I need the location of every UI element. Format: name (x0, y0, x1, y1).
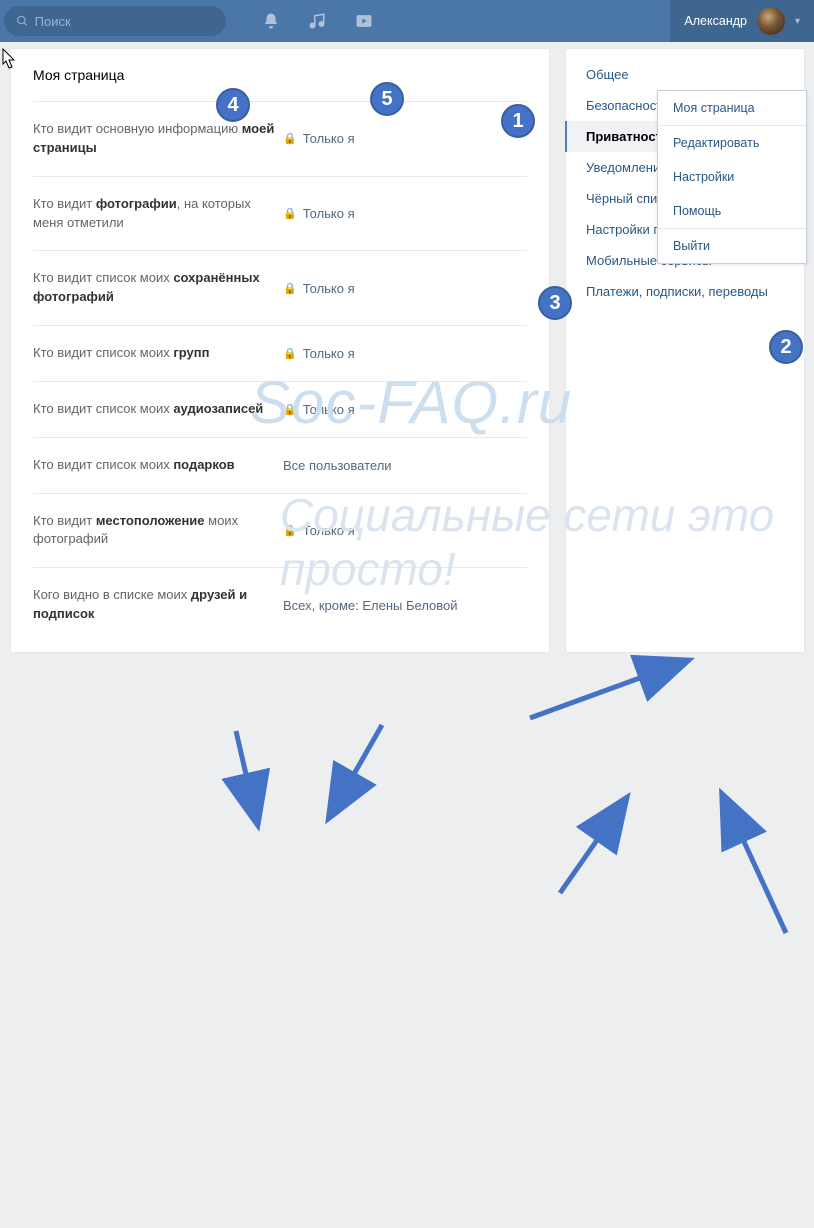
setting-value[interactable]: 🔒 Только я (283, 402, 355, 417)
setting-value-text: Все пользователи (283, 458, 392, 473)
search-box[interactable] (4, 6, 226, 36)
bell-icon[interactable] (262, 12, 280, 30)
setting-label: Кто видит список моих групп (33, 344, 283, 363)
annotation-arrows (0, 653, 814, 1228)
dropdown-edit[interactable]: Редактировать (658, 126, 806, 160)
setting-value[interactable]: 🔒 Только я (283, 131, 355, 146)
avatar (757, 7, 785, 35)
setting-row: Кого видно в списке моих друзей и подпис… (33, 567, 527, 642)
privacy-settings-card: Моя страница Кто видит основную информац… (10, 48, 550, 653)
setting-row: Кто видит фотографии, на которых меня от… (33, 176, 527, 251)
setting-value[interactable]: 🔒 Только я (283, 281, 355, 296)
dropdown-help[interactable]: Помощь (658, 194, 806, 228)
setting-label: Кто видит список моих аудиозаписей (33, 400, 283, 419)
dropdown-my-page[interactable]: Моя страница (658, 91, 806, 125)
cursor-icon (0, 48, 18, 70)
setting-label: Кто видит список моих подарков (33, 456, 283, 475)
setting-value[interactable]: Всех, кроме: Елены Беловой (283, 598, 458, 613)
chevron-down-icon: ▾ (795, 16, 800, 27)
lock-icon: 🔒 (283, 207, 297, 220)
setting-value-text: Только я (303, 206, 355, 221)
lock-icon: 🔒 (283, 347, 297, 360)
lock-icon: 🔒 (283, 282, 297, 295)
annotation-badge-3: 3 (538, 286, 572, 320)
setting-label: Кого видно в списке моих друзей и подпис… (33, 586, 283, 624)
setting-value[interactable]: 🔒 Только я (283, 206, 355, 221)
dropdown-settings[interactable]: Настройки (658, 160, 806, 194)
lock-icon: 🔒 (283, 403, 297, 416)
annotation-badge-2: 2 (769, 330, 803, 364)
setting-value-text: Только я (303, 346, 355, 361)
user-menu[interactable]: Александр ▾ (670, 0, 814, 42)
music-icon[interactable] (308, 12, 326, 30)
setting-value-text: Только я (303, 523, 355, 538)
top-header: Александр ▾ (0, 0, 814, 42)
setting-label: Кто видит местоположение моих фотографий (33, 512, 283, 550)
sidenav-item[interactable]: Платежи, подписки, переводы (566, 276, 804, 307)
setting-row: Кто видит основную информацию моей стран… (33, 101, 527, 176)
setting-label: Кто видит фотографии, на которых меня от… (33, 195, 283, 233)
setting-row: Кто видит список моих сохранённых фотогр… (33, 250, 527, 325)
setting-value-text: Только я (303, 402, 355, 417)
username: Александр (684, 14, 747, 28)
setting-label: Кто видит список моих сохранённых фотогр… (33, 269, 283, 307)
annotation-badge-4: 4 (216, 88, 250, 122)
dropdown-logout[interactable]: Выйти (658, 229, 806, 263)
setting-value[interactable]: 🔒 Только я (283, 346, 355, 361)
search-icon (16, 14, 29, 28)
setting-label: Кто видит основную информацию моей стран… (33, 120, 283, 158)
sidenav-item[interactable]: Общее (566, 59, 804, 90)
setting-row: Кто видит местоположение моих фотографий… (33, 493, 527, 568)
setting-value-text: Только я (303, 281, 355, 296)
annotation-badge-5: 5 (370, 82, 404, 116)
lock-icon: 🔒 (283, 524, 297, 537)
annotation-badge-1: 1 (501, 104, 535, 138)
page-title: Моя страница (33, 67, 527, 83)
setting-row: Кто видит список моих аудиозаписей🔒 Тольк… (33, 381, 527, 437)
setting-value-text: Всех, кроме: Елены Беловой (283, 598, 458, 613)
search-input[interactable] (35, 14, 214, 29)
setting-value[interactable]: 🔒 Только я (283, 523, 355, 538)
setting-row: Кто видит список моих подарковВсе пользо… (33, 437, 527, 493)
user-dropdown: Моя страница Редактировать Настройки Пом… (657, 90, 807, 264)
video-icon[interactable] (354, 11, 374, 31)
setting-row: Кто видит список моих групп🔒 Только я (33, 325, 527, 381)
setting-value-text: Только я (303, 131, 355, 146)
setting-value[interactable]: Все пользователи (283, 458, 392, 473)
lock-icon: 🔒 (283, 132, 297, 145)
